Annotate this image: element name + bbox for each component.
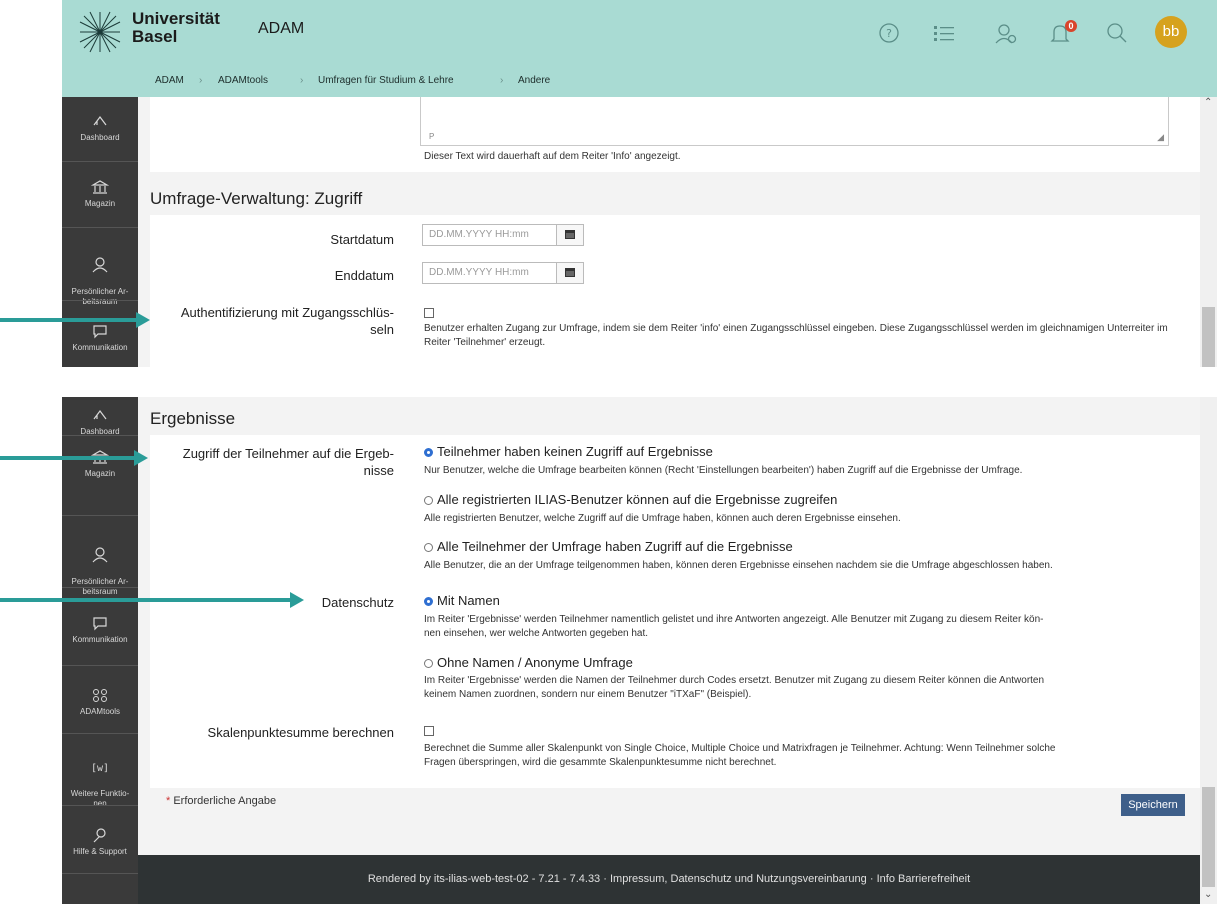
annotation-arrow-head xyxy=(290,592,304,608)
save-button[interactable]: Speichern xyxy=(1121,794,1185,816)
required-note: * Erforderliche Angabe xyxy=(166,795,277,807)
auth-key-description: Benutzer erhalten Zugang zur Umfrage, in… xyxy=(424,323,1168,348)
svg-text:[w]: [w] xyxy=(91,763,109,774)
brand-line2: Basel xyxy=(132,27,178,46)
avatar[interactable]: bb xyxy=(1155,16,1187,48)
calendar-icon[interactable] xyxy=(556,263,583,283)
section-title-results: Ergebnisse xyxy=(150,409,236,428)
radio-anonymous[interactable]: Ohne Namen / Anonyme Umfrage xyxy=(424,655,633,670)
scrollbar-thumb[interactable] xyxy=(1202,307,1215,367)
scale-sum-label: Skalenpunktesumme berechnen xyxy=(207,725,394,740)
scroll-up-icon[interactable]: ⌃ xyxy=(1204,97,1212,108)
sidebar-item-more-functions[interactable]: [w] Weitere Funktio- nen xyxy=(62,749,138,809)
main-sidebar: Dashboard Magazin Persönlicher Ar- beits… xyxy=(62,97,138,367)
sidebar-item-help-support[interactable]: Hilfe & Support xyxy=(62,827,138,857)
notification-badge: 0 xyxy=(1065,20,1077,32)
radio-all-participants-desc: Alle Benutzer, die an der Umfrage teilge… xyxy=(424,560,1053,571)
footer-accessibility-link[interactable]: Info Barrierefreiheit xyxy=(877,873,971,885)
results-access-label: Zugriff der Teilnehmer auf die Ergeb- ni… xyxy=(182,446,394,478)
sidebar-item-adamtools[interactable]: ADAMtools xyxy=(62,687,138,717)
footer-rendered-by: Rendered by its-ilias-web-test-02 - 7.21… xyxy=(367,873,601,885)
scrollbar-thumb[interactable] xyxy=(1202,787,1215,887)
annotation-arrow-head xyxy=(134,450,148,466)
workspace-icon xyxy=(92,547,108,563)
radio-no-access-desc: Nur Benutzer, welche die Umfrage bearbei… xyxy=(424,465,1023,476)
results-panel: Dashboard Magazin Persönlicher Ar- beits… xyxy=(62,397,1217,904)
help-icon[interactable]: ? xyxy=(878,22,900,44)
footer: Rendered by its-ilias-web-test-02 - 7.21… xyxy=(138,855,1200,904)
breadcrumb-item[interactable]: Umfragen für Studium & Lehre xyxy=(318,75,454,86)
main-sidebar: Dashboard Magazin Persönlicher Ar- beits… xyxy=(62,397,138,904)
scroll-down-icon[interactable]: ⌄ xyxy=(1204,889,1212,900)
communication-icon xyxy=(93,325,107,339)
privacy-label: Datenschutz xyxy=(321,595,394,610)
sidebar-item-communication[interactable]: Kommunikation xyxy=(62,615,138,645)
calendar-icon[interactable] xyxy=(556,225,583,245)
breadcrumb-item[interactable]: ADAMtools xyxy=(218,75,268,86)
footer-imprint-link[interactable]: Impressum, Datenschutz und Nutzungsverei… xyxy=(610,873,867,885)
dashboard-icon xyxy=(93,116,107,126)
svg-text:?: ? xyxy=(886,27,892,40)
search-icon[interactable] xyxy=(1106,22,1128,44)
university-logo-icon[interactable] xyxy=(76,10,124,54)
radio-with-names-desc: Im Reiter 'Ergebnisse' werden Teilnehmer… xyxy=(424,614,1044,639)
start-date-label: Startdatum xyxy=(330,232,394,247)
info-textarea[interactable]: P ◢ xyxy=(420,97,1169,146)
sidebar-item-workspace[interactable]: Persönlicher Ar- beitsraum xyxy=(62,537,138,597)
scrollbar[interactable]: ⌄ xyxy=(1200,397,1217,904)
brand-line1: Universität xyxy=(132,9,220,28)
sidebar-item-magazin[interactable]: Magazin xyxy=(62,179,138,209)
dashboard-icon xyxy=(93,410,107,420)
radio-all-participants[interactable]: Alle Teilnehmer der Umfrage haben Zugrif… xyxy=(424,539,793,554)
section-title-access: Umfrage-Verwaltung: Zugriff xyxy=(150,189,363,208)
contacts-icon[interactable] xyxy=(994,22,1018,46)
communication-icon xyxy=(93,617,107,631)
breadcrumb-item[interactable]: ADAM xyxy=(155,75,184,86)
end-date-label: Enddatum xyxy=(334,268,394,283)
help-support-icon xyxy=(93,828,106,843)
access-panel: Dashboard Magazin Persönlicher Ar- beits… xyxy=(62,97,1217,367)
annotation-arrow xyxy=(0,598,292,602)
top-header: Universität Basel ADAM ? 0 bb ADAM › ADA… xyxy=(62,0,1217,97)
scale-sum-checkbox[interactable] xyxy=(424,726,434,736)
radio-all-registered-desc: Alle registrierten Benutzer, welche Zugr… xyxy=(424,513,901,524)
radio-anonymous-desc: Im Reiter 'Ergebnisse' werden die Namen … xyxy=(424,675,1045,700)
workspace-icon xyxy=(92,257,108,273)
list-icon[interactable] xyxy=(934,24,956,44)
sidebar-item-dashboard[interactable]: Dashboard xyxy=(62,113,138,143)
sidebar-item-dashboard[interactable]: Dashboard xyxy=(62,407,138,437)
textarea-hint: Dieser Text wird dauerhaft auf dem Reite… xyxy=(424,151,681,162)
auth-key-label: Authentifizierung mit Zugangsschlüs- sel… xyxy=(180,305,394,337)
radio-all-registered[interactable]: Alle registrierten ILIAS-Benutzer können… xyxy=(424,492,837,507)
radio-with-names[interactable]: Mit Namen xyxy=(424,593,500,608)
end-date-input[interactable]: DD.MM.YYYY HH:mm xyxy=(422,262,584,284)
annotation-arrow xyxy=(0,318,138,322)
annotation-arrow-head xyxy=(136,312,150,328)
auth-key-checkbox[interactable] xyxy=(424,308,434,318)
annotation-arrow xyxy=(0,456,136,460)
app-name[interactable]: ADAM xyxy=(258,20,304,38)
radio-no-access[interactable]: Teilnehmer haben keinen Zugriff auf Erge… xyxy=(424,444,713,459)
magazin-icon xyxy=(91,180,109,194)
start-date-input[interactable]: DD.MM.YYYY HH:mm xyxy=(422,224,584,246)
scale-sum-description: Berechnet die Summe aller Skalenpunkt vo… xyxy=(424,743,1056,768)
scrollbar[interactable]: ⌃ xyxy=(1200,97,1217,367)
sidebar-item-workspace[interactable]: Persönlicher Ar- beitsraum xyxy=(62,247,138,307)
breadcrumb-item[interactable]: Andere xyxy=(518,75,550,86)
tools-icon xyxy=(93,689,107,702)
sidebar-item-magazin[interactable]: Magazin xyxy=(62,449,138,479)
resize-handle-icon[interactable]: ◢ xyxy=(1157,132,1164,143)
more-icon: [w] xyxy=(91,763,109,774)
sidebar-item-communication[interactable]: Kommunikation xyxy=(62,323,138,353)
